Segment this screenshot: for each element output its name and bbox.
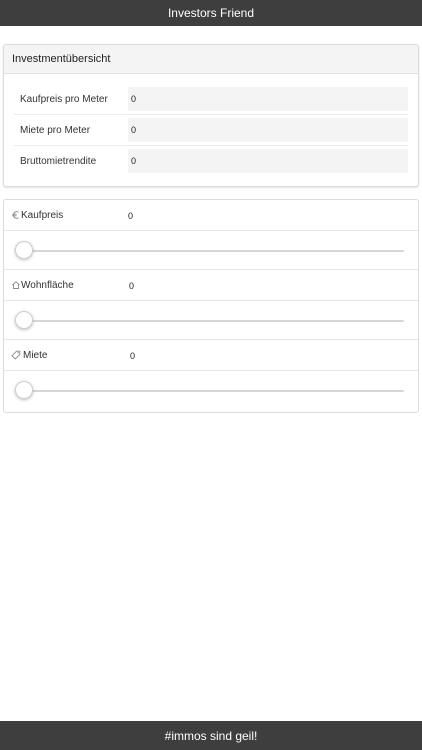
wohnflaeche-slider[interactable] [4,301,418,340]
slider-track[interactable] [22,250,404,252]
slider-thumb[interactable] [15,241,33,259]
wohnflaeche-row: Wohnfläche 0 [4,270,418,301]
overview-row-miete-pro-meter: Miete pro Meter 0 [4,115,418,146]
miete-value: 0 [130,351,136,361]
overview-header: Investmentübersicht [4,45,418,74]
slider-track[interactable] [22,390,404,392]
overview-title: Investmentübersicht [12,53,111,65]
slider-thumb[interactable] [15,381,33,399]
inputs-card: Kaufpreis 0 Wohnfläche 0 Miete 0 [3,199,419,413]
bottom-bar: #immos sind geil! [0,721,422,750]
wohnflaeche-label: Wohnfläche [21,280,74,291]
kaufpreis-row: Kaufpreis 0 [4,200,418,231]
wohnflaeche-value: 0 [129,281,135,291]
overview-row-value: 0 [128,118,408,142]
overview-row-value: 0 [128,149,408,173]
overview-row-bruttomietrendite: Bruttomietrendite 0 [4,146,418,177]
kaufpreis-slider[interactable] [4,231,418,270]
slider-track[interactable] [22,320,404,322]
kaufpreis-value: 0 [128,211,134,221]
miete-label: Miete [23,350,48,361]
miete-row: Miete 0 [4,340,418,371]
tag-icon [11,350,21,360]
kaufpreis-label: Kaufpreis [21,210,64,221]
overview-row-label: Bruttomietrendite [20,156,97,167]
slider-thumb[interactable] [15,311,33,329]
investment-overview-card: Investmentübersicht Kaufpreis pro Meter … [3,44,419,187]
top-bar: Investors Friend [0,0,422,26]
overview-row-label: Miete pro Meter [20,125,91,136]
overview-row-value: 0 [128,87,408,111]
overview-row-kaufpreis-pro-meter: Kaufpreis pro Meter 0 [4,84,418,115]
house-icon [12,281,20,289]
euro-icon [12,211,19,219]
app-title: Investors Friend [167,6,255,20]
miete-slider[interactable] [4,371,418,410]
overview-row-label: Kaufpreis pro Meter [20,94,108,105]
footer-text: #immos sind geil! [164,728,258,743]
